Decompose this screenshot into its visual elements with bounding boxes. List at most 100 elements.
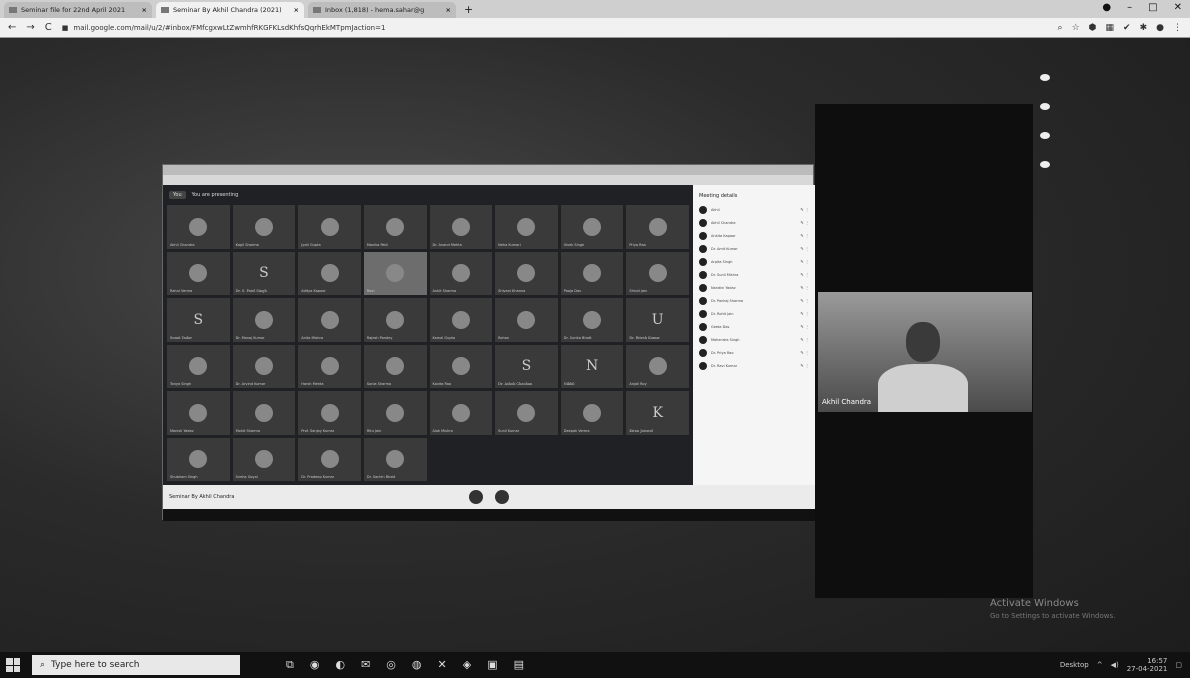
browser-tab-1[interactable]: Seminar file for 22nd April 2021 × <box>4 2 152 18</box>
more-options-icon[interactable]: ✎ ⋮ <box>800 311 809 316</box>
taskbar-app-icon[interactable]: ▣ <box>487 658 497 672</box>
reload-icon[interactable]: C <box>45 22 52 33</box>
participant-tile[interactable]: Kavita Rao <box>429 344 493 388</box>
participant-tile[interactable]: Anita Mishra <box>298 298 361 342</box>
taskbar-app-icon[interactable]: ◉ <box>310 658 320 672</box>
menu-icon[interactable]: ⋮ <box>1173 23 1182 33</box>
participant-tile[interactable]: Neha Kumari <box>495 205 558 249</box>
participant-tile[interactable]: Ankit Sharma <box>429 251 493 295</box>
participant-tile[interactable]: Dr. Sachin Bhatt <box>363 437 427 481</box>
taskbar-search-box[interactable]: ⌕ Type here to search <box>32 655 240 675</box>
camera-button[interactable] <box>495 490 509 504</box>
search-icon[interactable]: ⌕ <box>1058 23 1063 33</box>
people-list-item[interactable]: Dr. Ravi Kumar ✎ ⋮ <box>693 359 815 372</box>
participant-tile[interactable]: Shubham Singh <box>167 437 230 481</box>
minimize-button[interactable]: – <box>1127 2 1132 13</box>
more-options-icon[interactable]: ✎ ⋮ <box>800 246 809 251</box>
back-icon[interactable]: ← <box>8 22 16 33</box>
participant-tile[interactable]: Manish Yadav <box>167 391 230 435</box>
participant-tile[interactable]: S Dr. Ashok Chauhan <box>495 344 558 388</box>
participant-tile[interactable]: Jyoti Gupta <box>298 205 361 249</box>
people-list-item[interactable]: Dr. Priya Rao ✎ ⋮ <box>693 346 815 359</box>
grid-icon[interactable]: ▦ <box>1106 23 1115 33</box>
participant-tile[interactable]: Shruti Jain <box>626 251 689 295</box>
notification-icon[interactable]: ▢ <box>1175 661 1182 669</box>
people-list-item[interactable]: Akhil ✎ ⋮ <box>693 203 815 216</box>
participant-tile[interactable]: Akhil Chandra <box>167 205 230 249</box>
taskbar-app-icon[interactable]: ◈ <box>463 658 471 672</box>
participant-tile[interactable]: Komal Gupta <box>429 298 493 342</box>
participant-tile[interactable]: Deepak Verma <box>560 391 624 435</box>
participant-tile[interactable]: S Sumit Yadav <box>167 298 230 342</box>
people-list-item[interactable]: Dr. Sunil Mishra ✎ ⋮ <box>693 268 815 281</box>
mic-button[interactable] <box>469 490 483 504</box>
more-options-icon[interactable]: ✎ ⋮ <box>800 233 809 238</box>
participant-tile[interactable]: Sonia Sharma <box>363 344 427 388</box>
desktop-label[interactable]: Desktop <box>1060 661 1089 669</box>
participant-tile[interactable]: Prof. Sanjay Kumar <box>298 391 361 435</box>
close-window-button[interactable]: ✕ <box>1174 2 1182 13</box>
browser-tab-3[interactable]: Inbox (1,818) - hema.sahar@g × <box>308 2 456 18</box>
maximize-button[interactable]: □ <box>1148 2 1157 13</box>
more-options-icon[interactable]: ✎ ⋮ <box>800 272 809 277</box>
participant-tile[interactable]: Mohit Sharma <box>232 391 296 435</box>
participant-tile[interactable]: Dr. Manoj Kumar <box>232 298 296 342</box>
people-list-item[interactable]: Ankita Kapoor ✎ ⋮ <box>693 229 815 242</box>
participant-tile[interactable]: Anjali Roy <box>626 344 689 388</box>
more-options-icon[interactable]: ✎ ⋮ <box>800 337 809 342</box>
new-tab-button[interactable]: + <box>464 2 473 18</box>
participant-tile[interactable]: Ritu Jain <box>363 391 427 435</box>
puzzle-icon[interactable]: ✱ <box>1140 23 1148 33</box>
participant-tile[interactable]: Rajesh Pandey <box>363 298 427 342</box>
people-list-item[interactable]: Geeta Das ✎ ⋮ <box>693 320 815 333</box>
taskbar-app-icon[interactable]: ◐ <box>335 658 345 672</box>
participant-tile[interactable]: Tanya Singh <box>167 344 230 388</box>
participant-tile[interactable]: Rohan <box>495 298 558 342</box>
participant-tile[interactable]: Ravi <box>363 251 427 295</box>
participant-tile[interactable]: N Nikhil <box>560 344 624 388</box>
people-list-item[interactable]: Dr. Pankaj Sharma ✎ ⋮ <box>693 294 815 307</box>
windows-start-icon[interactable] <box>6 658 20 672</box>
participant-tile[interactable]: Kapil Sharma <box>232 205 296 249</box>
participant-tile[interactable]: U Dr. Ritesh Kumar <box>626 298 689 342</box>
volume-icon[interactable]: ◀) <box>1111 661 1119 669</box>
url-field[interactable]: ■ mail.google.com/mail/u/2/#inbox/FMfcgx… <box>62 21 1058 35</box>
participant-tile[interactable]: K Kiran Jaiswal <box>626 391 689 435</box>
taskbar-app-icon[interactable]: ◍ <box>412 658 422 672</box>
more-options-icon[interactable]: ✎ ⋮ <box>800 298 809 303</box>
people-list-item[interactable]: Mahendra Singh ✎ ⋮ <box>693 333 815 346</box>
more-options-icon[interactable]: ✎ ⋮ <box>800 285 809 290</box>
avatar[interactable]: ● <box>1156 23 1164 33</box>
participant-tile[interactable]: Dr. Pradeep Kumar <box>298 437 361 481</box>
taskbar-app-icon[interactable]: ✕ <box>438 658 447 672</box>
participant-tile[interactable]: Dr. Sunita Bhatt <box>560 298 624 342</box>
more-options-icon[interactable]: ✎ ⋮ <box>800 324 809 329</box>
participant-tile[interactable]: S Dr. S. Patel Singh <box>232 251 296 295</box>
participant-tile[interactable]: Dr. Anand Mehta <box>429 205 493 249</box>
taskbar-app-icon[interactable]: ⧉ <box>286 658 294 672</box>
close-tab-icon[interactable]: × <box>294 6 299 14</box>
extension-icon[interactable]: ⬢ <box>1089 23 1097 33</box>
participant-tile[interactable]: Sunil Kumar <box>495 391 558 435</box>
participant-tile[interactable]: Rahul Verma <box>167 251 230 295</box>
more-options-icon[interactable]: ✎ ⋮ <box>800 350 809 355</box>
more-options-icon[interactable]: ✎ ⋮ <box>800 363 809 368</box>
taskbar-app-icon[interactable]: ▤ <box>514 658 524 672</box>
people-list-item[interactable]: Akhil Chandra ✎ ⋮ <box>693 216 815 229</box>
people-list-item[interactable]: Nandini Yadav ✎ ⋮ <box>693 281 815 294</box>
participant-tile[interactable]: Pooja Das <box>560 251 624 295</box>
participant-tile[interactable]: Shivani Khanna <box>495 251 558 295</box>
people-list-item[interactable]: Dr. Rohit Jain ✎ ⋮ <box>693 307 815 320</box>
star-icon[interactable]: ☆ <box>1072 23 1080 33</box>
clock[interactable]: 16:57 27-04-2021 <box>1127 657 1168 673</box>
close-tab-icon[interactable]: × <box>446 6 451 14</box>
participant-tile[interactable]: Priya Rao <box>626 205 689 249</box>
browser-tab-2[interactable]: Seminar By Akhil Chandra (2021) × <box>156 2 304 18</box>
participant-tile[interactable]: Aditya Kapoor <box>298 251 361 295</box>
people-list-item[interactable]: Dr. Amit Kumar ✎ ⋮ <box>693 242 815 255</box>
participant-tile[interactable]: Alok Mishra <box>429 391 493 435</box>
participant-tile[interactable]: Sneha Goyal <box>232 437 296 481</box>
participant-tile[interactable]: Harsh Mehta <box>298 344 361 388</box>
taskbar-app-icon[interactable]: ◎ <box>386 658 396 672</box>
more-options-icon[interactable]: ✎ ⋮ <box>800 207 809 212</box>
